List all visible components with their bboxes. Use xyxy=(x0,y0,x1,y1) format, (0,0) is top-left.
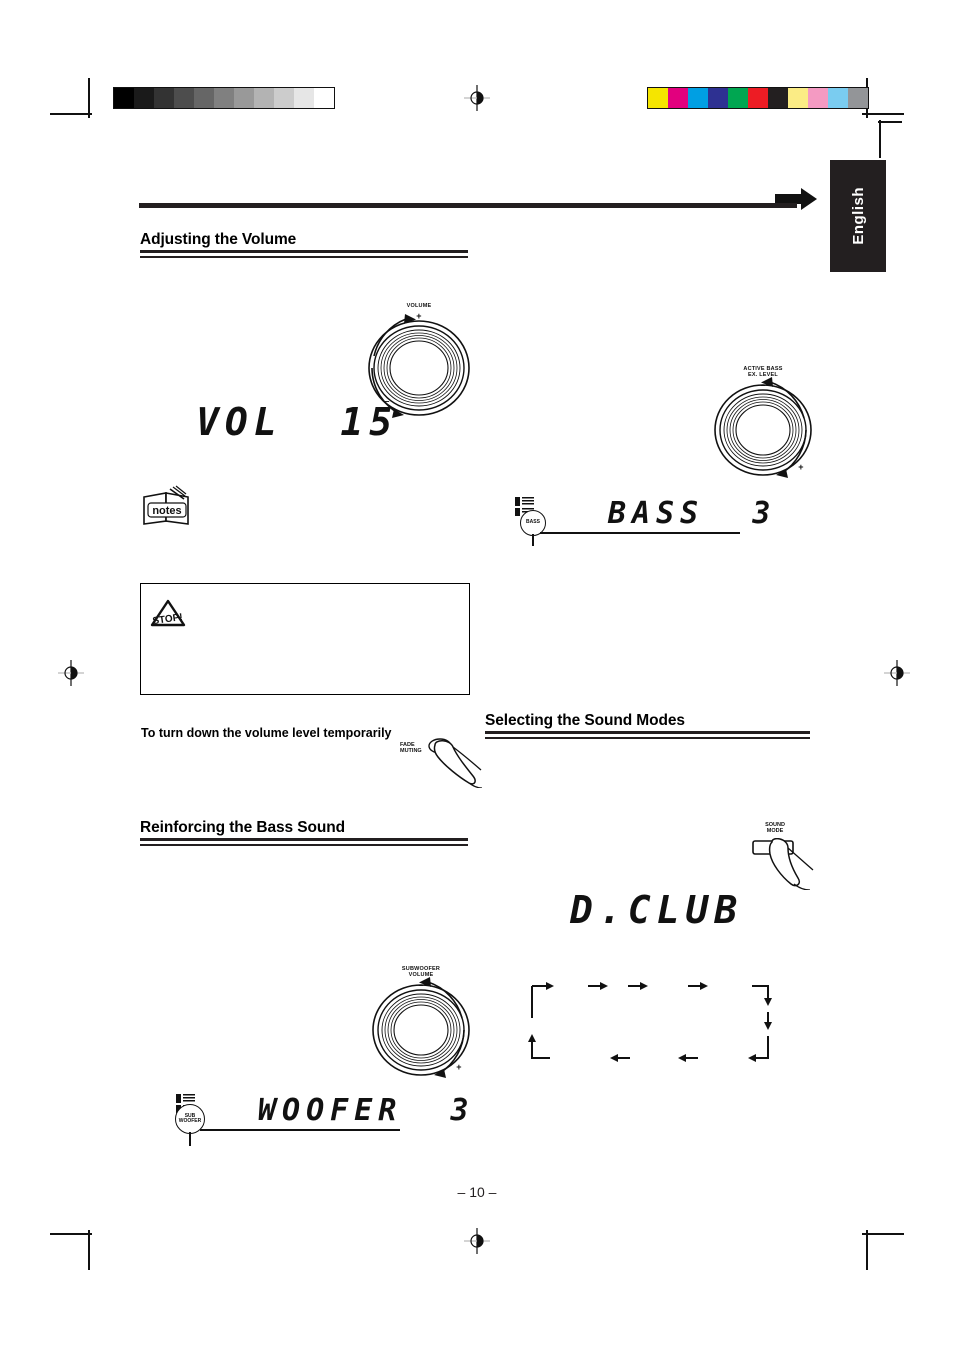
caution-note-box xyxy=(140,583,470,695)
tab-crop-v xyxy=(879,120,881,158)
color-swatch-3 xyxy=(708,88,728,108)
grayscale-swatch-3 xyxy=(174,88,194,108)
color-calibration-bar xyxy=(647,87,869,109)
heading-reinforcing-bass: Reinforcing the Bass Sound xyxy=(140,819,345,836)
heading-rule-volume-2 xyxy=(140,256,468,258)
crop-mark-top-left xyxy=(50,113,92,115)
color-swatch-8 xyxy=(808,88,828,108)
color-swatch-9 xyxy=(828,88,848,108)
active-bass-knob-plus: + xyxy=(798,462,804,472)
color-swatch-7 xyxy=(788,88,808,108)
manual-page: English Adjusting the Volume VOLUME + – … xyxy=(0,0,954,1352)
crop-mark-bottom-right-v xyxy=(866,1230,868,1270)
volume-display-value: VOL 15 xyxy=(196,400,399,444)
heading-adjusting-the-volume: Adjusting the Volume xyxy=(140,231,297,248)
header-rule xyxy=(139,203,797,208)
language-tab-label: English xyxy=(849,187,867,245)
sound-mode-finger-press-icon[interactable] xyxy=(752,838,814,890)
grayscale-swatch-1 xyxy=(134,88,154,108)
grayscale-swatch-7 xyxy=(254,88,274,108)
crop-mark-bottom-right xyxy=(862,1233,904,1235)
bass-display-value: BASS 3 xyxy=(608,496,777,531)
woofer-display-underline xyxy=(200,1129,400,1131)
heading-rule-bass-2 xyxy=(140,844,468,846)
heading-rule-volume-1 xyxy=(140,250,468,253)
notes-icon: notes xyxy=(143,485,189,525)
volume-knob-label: VOLUME xyxy=(406,303,432,309)
color-swatch-0 xyxy=(648,88,668,108)
crop-mark-top-right xyxy=(862,113,904,115)
crop-mark-top-left-v xyxy=(88,78,90,118)
heading-rule-sound-2 xyxy=(485,737,810,739)
woofer-display-value: WOOFER 3 xyxy=(258,1093,475,1128)
grayscale-swatch-2 xyxy=(154,88,174,108)
crop-mark-bottom-left-v xyxy=(88,1230,90,1270)
heading-selecting-sound-modes: Selecting the Sound Modes xyxy=(485,712,685,729)
grayscale-swatch-4 xyxy=(194,88,214,108)
sound-mode-cycle-diagram xyxy=(528,982,772,1062)
subwoofer-knob-label: SUBWOOFER VOLUME xyxy=(401,966,441,979)
color-swatch-5 xyxy=(748,88,768,108)
svg-text:notes: notes xyxy=(152,505,181,517)
volume-knob-plus: + xyxy=(416,311,422,321)
grayscale-swatch-8 xyxy=(274,88,294,108)
grayscale-swatch-9 xyxy=(294,88,314,108)
color-swatch-10 xyxy=(848,88,868,108)
color-swatch-4 xyxy=(728,88,748,108)
language-tab: English xyxy=(830,160,886,272)
subwoofer-knob-minus: – xyxy=(418,980,424,990)
subwoofer-knob-plus: + xyxy=(456,1062,462,1072)
active-bass-knob-minus: – xyxy=(760,380,766,390)
grayscale-swatch-6 xyxy=(234,88,254,108)
stop-caution-icon: STOP! xyxy=(150,599,186,627)
heading-rule-sound-1 xyxy=(485,731,810,734)
registration-target-icon xyxy=(464,85,490,111)
page-number: – 10 – xyxy=(457,1184,497,1200)
tab-crop-h xyxy=(878,121,902,123)
bass-callout-stem xyxy=(532,534,534,546)
sound-mode-display-value: D.CLUB xyxy=(570,888,744,932)
registration-target-icon-left xyxy=(58,660,84,686)
bass-display-underline xyxy=(540,532,740,534)
color-swatch-6 xyxy=(768,88,788,108)
woofer-callout-stem xyxy=(189,1132,191,1146)
grayscale-swatch-5 xyxy=(214,88,234,108)
color-swatch-1 xyxy=(668,88,688,108)
grayscale-swatch-0 xyxy=(114,88,134,108)
crop-mark-bottom-left xyxy=(50,1233,92,1235)
grayscale-swatch-10 xyxy=(314,88,334,108)
active-bass-knob-label: ACTIVE BASS EX. LEVEL xyxy=(743,366,783,379)
sound-mode-button-label: SOUND MODE xyxy=(765,822,785,835)
registration-target-icon-bottom xyxy=(464,1228,490,1254)
fade-muting-finger-press-icon[interactable] xyxy=(425,736,483,788)
registration-target-icon-right xyxy=(884,660,910,686)
grayscale-calibration-bar xyxy=(113,87,335,109)
color-swatch-2 xyxy=(688,88,708,108)
subheading-turn-down-volume: To turn down the volume level temporaril… xyxy=(141,726,392,740)
heading-rule-bass-1 xyxy=(140,838,468,841)
